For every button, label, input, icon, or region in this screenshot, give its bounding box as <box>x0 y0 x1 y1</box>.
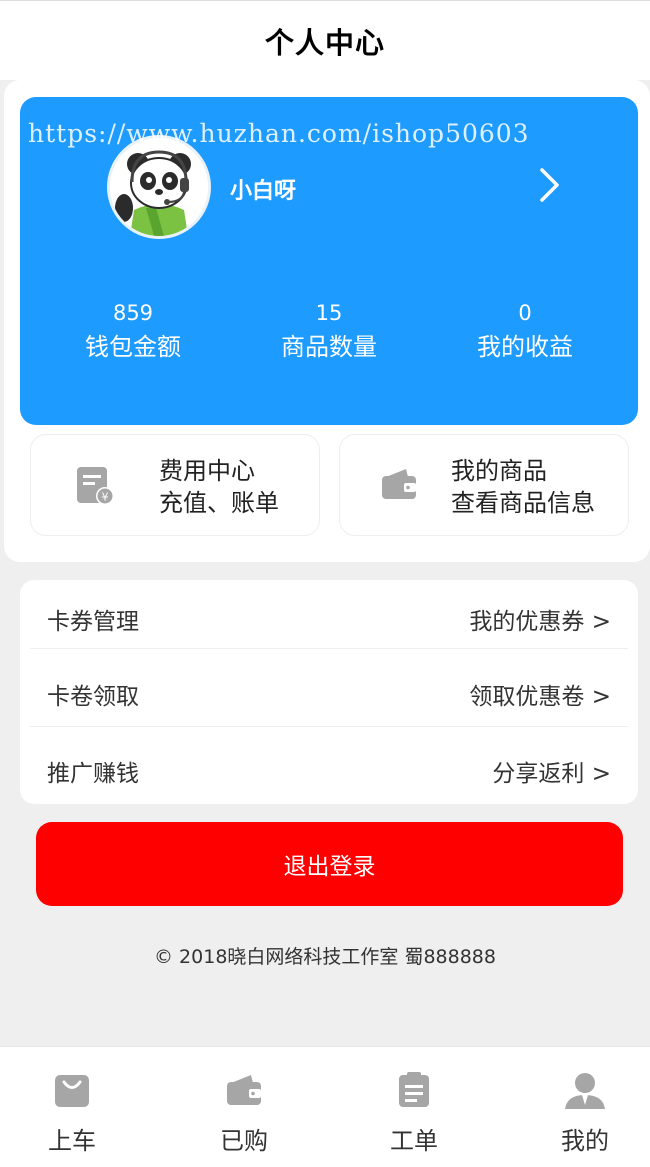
quick-card-text: 费用中心 充值、账单 <box>159 455 279 519</box>
menu-list: 卡券管理 我的优惠券 > 卡卷领取 领取优惠卷 > 推广赚钱 分享返利 > <box>20 580 638 804</box>
tab-workorder[interactable]: 工单 <box>344 1047 484 1167</box>
stat-label: 商品数量 <box>281 333 377 361</box>
wallet-icon <box>380 465 418 507</box>
bill-icon: ¥ <box>75 465 115 511</box>
panda-avatar-icon[interactable] <box>107 135 211 239</box>
watermark-text: https://www.huzhan.com/ishop50603 <box>28 119 530 148</box>
tab-label: 工单 <box>390 1127 438 1155</box>
app-header: 个人中心 <box>0 0 650 80</box>
username: 小白呀 <box>230 179 297 204</box>
svg-text:¥: ¥ <box>102 491 109 504</box>
divider <box>30 726 628 727</box>
stat-label: 钱包金额 <box>85 333 181 361</box>
stat-value: 0 <box>518 301 532 325</box>
quick-card-subtitle: 充值、账单 <box>159 489 279 517</box>
quick-card-subtitle: 查看商品信息 <box>451 489 595 517</box>
menu-item-action: 领取优惠卷 > <box>469 683 611 710</box>
clipboard-icon <box>395 1071 433 1113</box>
menu-item-coupon-claim[interactable]: 卡卷领取 领取优惠卷 > <box>20 655 638 732</box>
tab-label: 上车 <box>48 1127 96 1155</box>
stat-label: 我的收益 <box>477 333 573 361</box>
quick-card-products[interactable]: 我的商品 查看商品信息 <box>339 434 629 536</box>
menu-item-label: 推广赚钱 <box>47 760 139 787</box>
quick-card-text: 我的商品 查看商品信息 <box>451 455 595 519</box>
tab-purchased[interactable]: 已购 <box>174 1047 314 1167</box>
stat-earnings[interactable]: 0 我的收益 <box>425 299 625 363</box>
stat-value: 859 <box>112 301 154 325</box>
quick-card-title: 我的商品 <box>451 457 547 485</box>
tab-board[interactable]: 上车 <box>2 1047 142 1167</box>
stat-value: 15 <box>315 301 343 325</box>
copyright-footer: © 2018晓白网络科技工作室 蜀888888 <box>154 946 496 968</box>
logout-button[interactable]: 退出登录 <box>36 822 623 906</box>
divider <box>30 648 628 649</box>
wallet-icon <box>225 1071 263 1113</box>
tab-label: 已购 <box>220 1127 268 1155</box>
quick-card-title: 费用中心 <box>159 457 255 485</box>
menu-item-coupon-manage[interactable]: 卡券管理 我的优惠券 > <box>20 580 638 657</box>
menu-item-action: 分享返利 > <box>492 760 611 787</box>
shopping-bag-icon <box>53 1071 91 1113</box>
menu-item-label: 卡券管理 <box>47 608 139 635</box>
tab-label: 我的 <box>561 1127 609 1155</box>
user-icon <box>563 1071 607 1115</box>
menu-item-label: 卡卷领取 <box>47 683 139 710</box>
menu-item-promote[interactable]: 推广赚钱 分享返利 > <box>20 732 638 804</box>
tab-mine[interactable]: 我的 <box>515 1047 650 1167</box>
quick-card-billing[interactable]: ¥ 费用中心 充值、账单 <box>30 434 320 536</box>
stat-products[interactable]: 15 商品数量 <box>229 299 429 363</box>
profile-card[interactable]: https://www.huzhan.com/ishop50603 小白呀 85… <box>20 97 638 425</box>
stat-wallet[interactable]: 859 钱包金额 <box>33 299 233 363</box>
bottom-tab-bar: 上车 已购 工单 我的 <box>0 1046 650 1167</box>
chevron-right-icon[interactable] <box>538 167 562 207</box>
menu-item-action: 我的优惠券 > <box>469 608 611 635</box>
page-title: 个人中心 <box>264 25 385 60</box>
